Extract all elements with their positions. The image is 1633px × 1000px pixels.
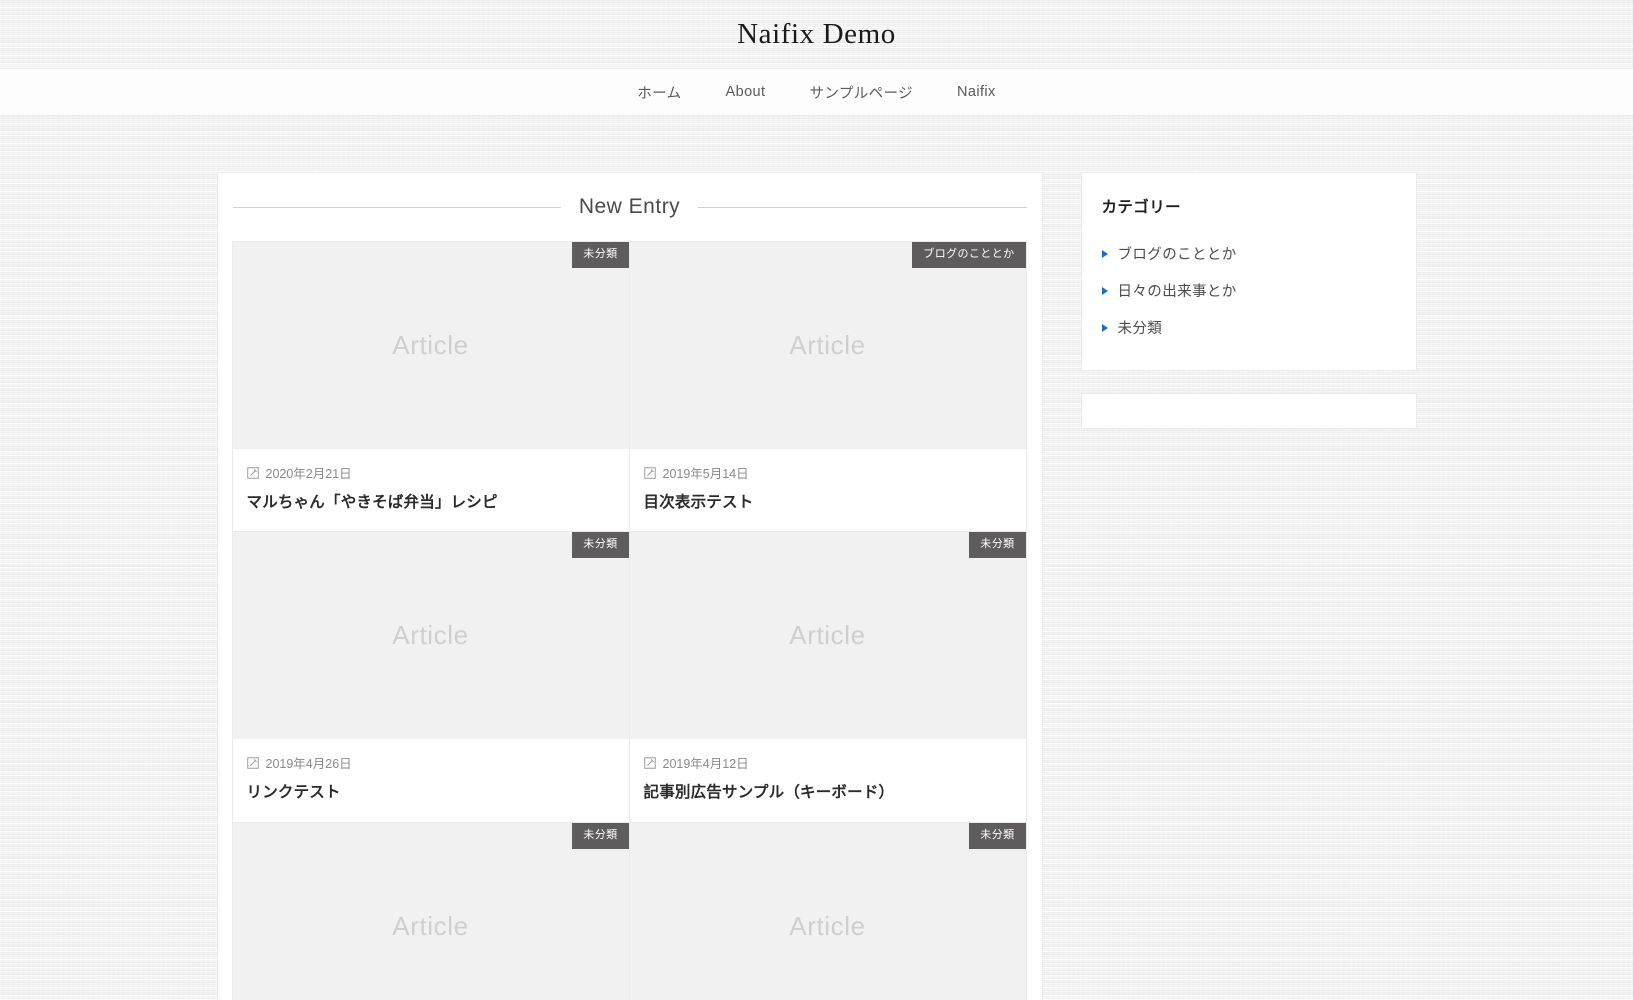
- post-card-body: 2020年2月21日 マルちゃん「やきそば弁当」レシピ: [233, 449, 629, 531]
- post-title[interactable]: リンクテスト: [247, 781, 615, 804]
- heading-rule-left: [232, 206, 561, 208]
- section-heading-label: New Entry: [578, 195, 681, 218]
- sidebar: カテゴリー ブログのこととか 日々の出来事とか 未分類: [1080, 172, 1417, 451]
- post-date-text: 2019年5月14日: [662, 467, 749, 481]
- post-card-grid: Article 未分類 2020年2月21日 マルちゃん「やきそば弁当」レシピ …: [231, 241, 1028, 1000]
- post-card[interactable]: Article 未分類 2019年4月12日 記事別広告サンプル（キーボード）: [628, 531, 1027, 823]
- widget-title: カテゴリー: [1101, 199, 1182, 216]
- thumbnail-placeholder-label: Article: [392, 620, 469, 651]
- nav-item-about[interactable]: About: [704, 84, 788, 100]
- category-badge[interactable]: 未分類: [572, 532, 629, 559]
- post-date: 2019年4月26日: [246, 753, 615, 772]
- category-item-blog[interactable]: ブログのこととか: [1101, 235, 1396, 272]
- post-card[interactable]: Article ブログのこととか 2019年5月14日 目次表示テスト: [628, 241, 1027, 533]
- site-header: Naifix Demo: [0, 0, 1633, 68]
- post-title[interactable]: 目次表示テスト: [644, 491, 1012, 514]
- nav-item-home[interactable]: ホーム: [615, 82, 703, 103]
- post-date-text: 2020年2月21日: [265, 467, 352, 481]
- edit-square-icon: [246, 466, 259, 479]
- thumbnail-placeholder-label: Article: [392, 330, 469, 360]
- category-item-uncategorized[interactable]: 未分類: [1101, 309, 1396, 346]
- post-thumbnail[interactable]: Article 未分類: [629, 822, 1026, 1000]
- thumbnail-placeholder-label: Article: [789, 330, 866, 360]
- edit-square-icon: [643, 757, 656, 769]
- post-date: 2019年4月12日: [643, 753, 1012, 772]
- category-item-label: 日々の出来事とか: [1117, 284, 1237, 300]
- post-thumbnail[interactable]: Article 未分類: [232, 242, 629, 449]
- post-thumbnail[interactable]: Article 未分類: [629, 532, 1026, 740]
- post-date-text: 2019年4月26日: [265, 757, 352, 772]
- category-badge[interactable]: 未分類: [969, 822, 1026, 849]
- post-date: 2019年5月14日: [643, 463, 1012, 482]
- thumbnail-placeholder-label: Article: [789, 910, 866, 941]
- nav-list: ホーム About サンプルページ Naifix: [615, 82, 1017, 103]
- category-item-label: 未分類: [1117, 321, 1163, 337]
- post-card[interactable]: Article 未分類: [231, 821, 630, 1000]
- category-item-daily[interactable]: 日々の出来事とか: [1101, 272, 1396, 309]
- post-card-body: 2019年4月12日 記事別広告サンプル（キーボード）: [630, 739, 1026, 821]
- triangle-right-icon: [1101, 286, 1108, 295]
- post-thumbnail[interactable]: Article 未分類: [232, 532, 629, 740]
- post-thumbnail[interactable]: Article ブログのこととか: [629, 242, 1026, 449]
- post-card[interactable]: Article 未分類 2019年4月26日 リンクテスト: [231, 531, 630, 823]
- post-card-body: 2019年5月14日 目次表示テスト: [630, 449, 1026, 531]
- category-badge[interactable]: 未分類: [572, 242, 629, 268]
- post-date-text: 2019年4月12日: [662, 757, 749, 772]
- main-content: New Entry Article 未分類 2020年2月21日 マルちゃん「や…: [216, 172, 1043, 1000]
- nav-item-naifix[interactable]: Naifix: [935, 84, 1018, 100]
- category-list: ブログのこととか 日々の出来事とか 未分類: [1101, 235, 1396, 346]
- post-card-body: 2019年4月26日 リンクテスト: [233, 739, 629, 821]
- category-badge[interactable]: 未分類: [572, 822, 629, 849]
- site-title[interactable]: Naifix Demo: [737, 18, 896, 51]
- triangle-right-icon: [1101, 249, 1108, 258]
- post-card[interactable]: Article 未分類: [628, 821, 1027, 1000]
- post-thumbnail[interactable]: Article 未分類: [232, 822, 629, 1000]
- category-badge[interactable]: ブログのこととか: [912, 242, 1026, 268]
- heading-rule-right: [698, 206, 1027, 208]
- edit-square-icon: [643, 466, 656, 479]
- post-title[interactable]: 記事別広告サンプル（キーボード）: [644, 781, 1012, 804]
- widget-categories: カテゴリー ブログのこととか 日々の出来事とか 未分類: [1080, 172, 1417, 371]
- section-heading-new-entry: New Entry: [232, 195, 1028, 219]
- post-title[interactable]: マルちゃん「やきそば弁当」レシピ: [247, 491, 615, 514]
- thumbnail-placeholder-label: Article: [789, 620, 866, 651]
- post-date: 2020年2月21日: [246, 463, 615, 482]
- thumbnail-placeholder-label: Article: [392, 910, 469, 941]
- widget-empty: [1080, 393, 1417, 429]
- nav-item-sample-page[interactable]: サンプルページ: [787, 82, 935, 103]
- triangle-right-icon: [1101, 323, 1108, 332]
- category-badge[interactable]: 未分類: [969, 532, 1026, 559]
- edit-square-icon: [246, 757, 259, 769]
- page-layout: New Entry Article 未分類 2020年2月21日 マルちゃん「や…: [216, 116, 1417, 1000]
- category-item-label: ブログのこととか: [1117, 247, 1237, 263]
- primary-navigation: ホーム About サンプルページ Naifix: [0, 68, 1633, 116]
- post-card[interactable]: Article 未分類 2020年2月21日 マルちゃん「やきそば弁当」レシピ: [231, 241, 630, 533]
